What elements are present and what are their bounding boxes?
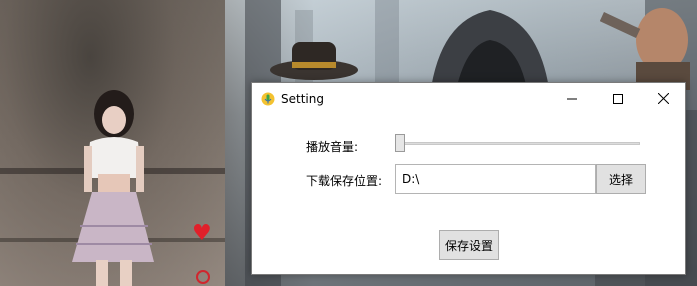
volume-slider-track[interactable] [398,142,640,145]
choose-folder-button[interactable]: 选择 [596,164,646,194]
heart-icon: ♥ [192,221,212,246]
download-path-label: 下载保存位置: [306,174,383,188]
close-button[interactable] [640,83,686,114]
download-path-input[interactable] [395,164,596,194]
volume-slider-thumb[interactable] [395,134,405,152]
maximize-icon [613,93,623,104]
record-icon [196,270,210,284]
minimize-button[interactable] [549,83,595,114]
wallpaper-hood [430,10,550,95]
save-settings-button[interactable]: 保存设置 [439,230,499,260]
maximize-button[interactable] [595,83,641,114]
close-icon [657,93,669,104]
microphone-icon [261,92,275,106]
wallpaper-figure [72,90,154,286]
title-bar[interactable]: Setting [252,83,685,115]
wallpaper-left: ♥ [0,0,225,286]
desktop-background: ♥ Setting 播放音量: 下载保存位置: D:\ 选择 保存设置 [0,0,697,286]
settings-dialog: Setting 播放音量: 下载保存位置: 选择 [251,82,686,275]
wallpaper-man [600,8,690,90]
volume-label: 播放音量: [306,140,359,154]
window-title: Setting [281,92,324,106]
minimize-icon [567,98,577,99]
wallpaper-hat [270,42,358,80]
